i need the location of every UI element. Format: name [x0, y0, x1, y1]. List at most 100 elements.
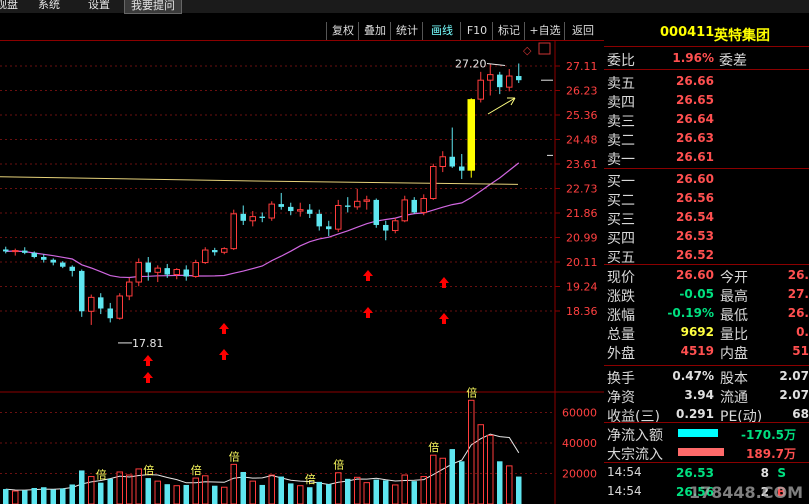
candle-body[interactable] — [259, 216, 266, 219]
candle-body[interactable] — [288, 206, 294, 212]
candle-body[interactable] — [449, 156, 456, 167]
ask-row[interactable]: 卖三 26.64 — [604, 110, 809, 130]
flow-bar — [678, 448, 724, 456]
window-toggle-icon[interactable] — [538, 42, 551, 55]
flow-row: 净流入额 -170.5万 — [604, 424, 809, 444]
ask-row[interactable]: 卖四 26.65 — [604, 91, 809, 111]
candle-body[interactable] — [50, 259, 57, 263]
candle-body[interactable] — [401, 199, 408, 222]
candle-body[interactable] — [420, 198, 427, 213]
toolbar-mark-button[interactable]: 标记 — [492, 22, 525, 40]
diamond-icon[interactable]: ◇ — [523, 44, 532, 57]
toolbar-stats-button[interactable]: 统计 — [390, 22, 423, 40]
candle-body[interactable] — [88, 296, 95, 312]
candle-body[interactable] — [230, 213, 237, 250]
candle-body[interactable] — [487, 74, 494, 81]
candle-body[interactable] — [60, 262, 66, 267]
volume-bar — [107, 478, 113, 504]
candle-body[interactable] — [192, 262, 199, 277]
candle-body[interactable] — [183, 269, 190, 277]
volume-bar — [383, 480, 389, 504]
weibi-value: 1.96% — [672, 51, 714, 65]
bid-row[interactable]: 买二 26.56 — [604, 189, 809, 209]
candle-body[interactable] — [135, 262, 142, 283]
menu-item-settings[interactable]: 设置 — [82, 0, 116, 12]
bid-row[interactable]: 买四 26.53 — [604, 227, 809, 247]
candle-body[interactable] — [268, 203, 275, 219]
bid-row[interactable]: 买一 26.60 — [604, 170, 809, 190]
candle-body[interactable] — [345, 205, 351, 207]
candle-body[interactable] — [31, 252, 38, 257]
candle-body[interactable] — [79, 270, 85, 312]
menu-item-observe[interactable]: 观盘 — [0, 0, 24, 12]
buy-signal-arrow — [143, 355, 153, 366]
candle-body[interactable] — [467, 99, 476, 171]
volume-bar — [3, 489, 9, 504]
candle-body[interactable] — [116, 295, 123, 319]
stat-label: 量比 — [720, 327, 748, 343]
kline-chart[interactable]: ◇ 27.11 26.23 25.36 24.48 23.61 22.73 21.86 20.… — [0, 40, 604, 504]
candle-body[interactable] — [297, 209, 304, 212]
volume-bar — [430, 454, 437, 504]
candle-body[interactable] — [316, 213, 323, 227]
candle-body[interactable] — [107, 308, 114, 319]
menu-item-system[interactable]: 系统 — [32, 0, 66, 12]
candle-body[interactable] — [497, 74, 503, 88]
candle-body[interactable] — [126, 281, 133, 297]
candle-body[interactable] — [22, 250, 28, 253]
candle-body[interactable] — [411, 199, 418, 213]
stat-row: 现价 26.60 今开 26. — [604, 266, 809, 286]
menu-item-ask[interactable]: 我要提问 — [124, 0, 182, 14]
price-tick-label: 19.24 — [566, 281, 598, 294]
candle-body[interactable] — [430, 166, 437, 200]
candle-body[interactable] — [41, 256, 47, 260]
candle-body[interactable] — [335, 204, 342, 230]
toolbar-draw-button[interactable]: 画线 — [422, 22, 461, 40]
candle-body[interactable] — [202, 249, 209, 264]
ask-label: 卖三 — [607, 114, 635, 130]
candle-body[interactable] — [383, 224, 389, 231]
candle-body[interactable] — [249, 216, 256, 222]
candle-body[interactable] — [307, 209, 313, 214]
ask-row[interactable]: 卖五 26.66 — [604, 72, 809, 92]
candle-body[interactable] — [363, 199, 370, 202]
toolbar-add-favorite-button[interactable]: +自选 — [524, 22, 565, 40]
candle-body[interactable] — [278, 204, 285, 207]
candle-body[interactable] — [164, 268, 171, 275]
toolbar-overlay-button[interactable]: 叠加 — [358, 22, 391, 40]
volume-bar — [516, 476, 522, 504]
bid-row[interactable]: 买三 26.54 — [604, 208, 809, 228]
candle-body[interactable] — [173, 269, 180, 276]
candle-body[interactable] — [326, 226, 332, 230]
candle-body[interactable] — [154, 267, 161, 273]
fundamental-value: 0.291 — [676, 407, 714, 421]
candle-body[interactable] — [212, 250, 218, 253]
ask-row[interactable]: 卖二 26.63 — [604, 129, 809, 149]
candle-body[interactable] — [98, 297, 104, 309]
toolbar-fuquan-button[interactable]: 复权 — [326, 22, 359, 40]
candle-body[interactable] — [516, 76, 522, 81]
toolbar-f10-button[interactable]: F10 — [460, 22, 493, 40]
candle-body[interactable] — [69, 266, 76, 271]
toolbar-back-button[interactable]: 返回 — [564, 22, 601, 40]
high-price-leader — [486, 62, 506, 66]
ask-row[interactable]: 卖一 26.61 — [604, 148, 809, 168]
candle-body[interactable] — [459, 166, 465, 171]
candle-body[interactable] — [392, 220, 399, 232]
bid-row[interactable]: 买五 26.52 — [604, 246, 809, 266]
candle-body[interactable] — [221, 248, 228, 253]
candle-body[interactable] — [12, 250, 19, 253]
candle-body[interactable] — [506, 75, 513, 88]
stat-value: -0.19% — [667, 306, 714, 320]
candle-body[interactable] — [477, 79, 484, 100]
candle-body[interactable] — [240, 213, 247, 221]
fundamental-label: 收益(三) — [607, 409, 660, 425]
candle-body[interactable] — [439, 156, 446, 168]
price-tick-label: 18.36 — [566, 305, 598, 318]
volume-bar — [401, 474, 408, 504]
candle-body[interactable] — [354, 200, 361, 208]
fundamental-value: 0.47% — [672, 369, 714, 383]
candle-body[interactable] — [3, 249, 9, 252]
candle-body[interactable] — [373, 199, 380, 225]
candle-body[interactable] — [145, 262, 152, 273]
